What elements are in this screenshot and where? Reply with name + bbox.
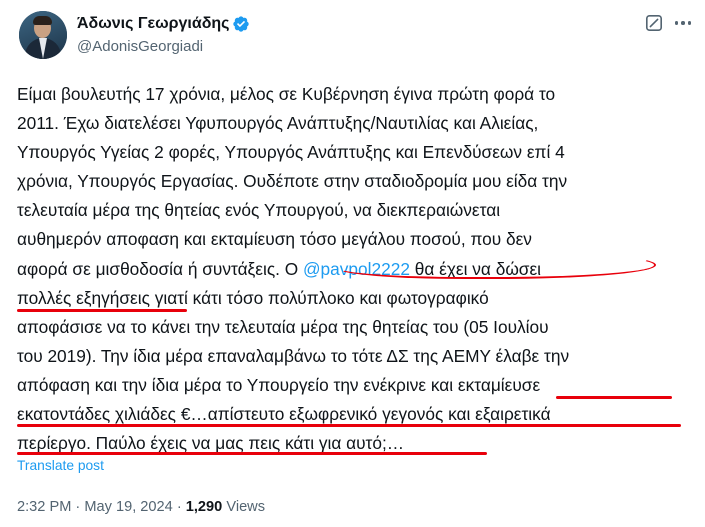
annotation-underline <box>556 396 672 399</box>
tweet-line: τελευταία μέρα της θητείας ενός Υπουργού… <box>17 200 501 221</box>
tweet-date[interactable]: May 19, 2024 <box>84 499 172 515</box>
views-count: 1,290 <box>185 499 223 515</box>
tweet-line: Είμαι βουλευτής 17 χρόνια, μέλος σε Κυβέ… <box>17 84 556 104</box>
meta-separator: · <box>71 499 85 515</box>
translate-post-link[interactable]: Translate post <box>17 457 104 475</box>
tweet-line: 2011. Έχω διατελέσει Υφυπουργός Ανάπτυξη… <box>17 113 539 134</box>
annotation-circle <box>336 251 656 279</box>
tweet-line: χρόνια, Υπουργός Εργασίας. Ουδέποτε στην… <box>17 171 568 192</box>
annotation-underline <box>17 424 681 427</box>
meta-separator: · <box>172 499 186 515</box>
author-avatar[interactable] <box>19 11 67 59</box>
views-label: Views <box>222 499 266 515</box>
tweet-line: αποφάσισε να το κάνει την τελευταία μέρα… <box>17 316 549 337</box>
author-handle[interactable]: @AdonisGeorgiadi <box>77 37 203 57</box>
annotation-underline <box>17 452 487 455</box>
tweet-line: του 2019). Την ίδια μέρα επαναλαμβάνω το… <box>17 345 570 366</box>
author-name[interactable]: Άδωνις Γεωργιάδης <box>77 14 229 34</box>
more-options-icon[interactable] <box>672 14 694 32</box>
grok-icon[interactable] <box>645 14 663 32</box>
tweet-line: Υπουργός Υγείας 2 φορές, Υπουργός Ανάπτυ… <box>17 142 565 163</box>
tweet-meta: 2:32 PM · May 19, 2024 · 1,290 Views <box>17 498 265 516</box>
annotation-underline <box>17 309 187 312</box>
tweet-line: αυθημερόν αποφαση και εκταμίευση τόσο με… <box>17 229 532 250</box>
tweet-time[interactable]: 2:32 PM <box>17 499 71 515</box>
verified-badge-icon <box>233 16 250 32</box>
author-name-row[interactable]: Άδωνις Γεωργιάδης <box>77 14 250 34</box>
tweet-text-segment: αφορά σε μισθοδοσία ή συντάξεις. Ο <box>17 258 304 279</box>
